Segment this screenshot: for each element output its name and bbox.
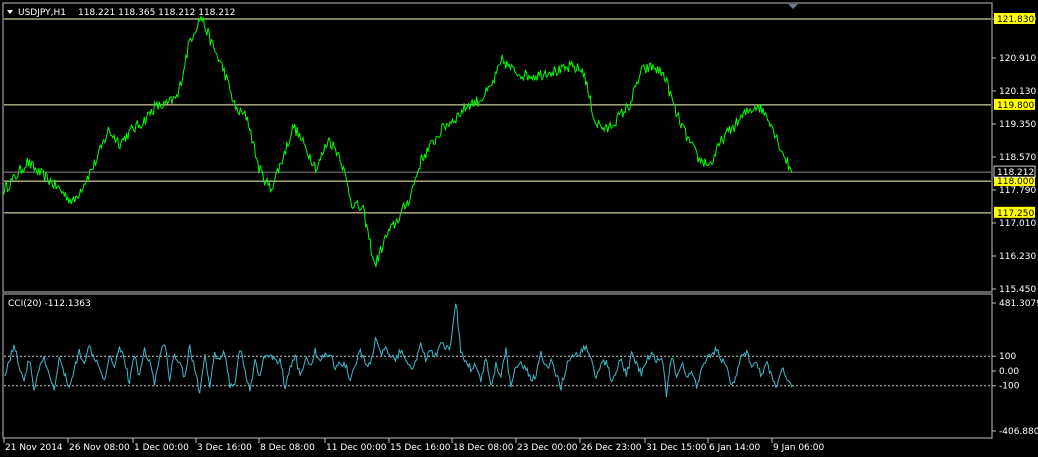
x-tick-label: 26 Dec 23:00 (581, 443, 642, 453)
x-tick-label: 15 Dec 16:00 (390, 443, 451, 453)
y-tick-label: 120.130 (999, 87, 1036, 97)
y-tick-label: 117.790 (999, 186, 1036, 196)
price-level-tag-label: 121.830 (997, 15, 1034, 25)
chart-background (0, 0, 1038, 457)
x-tick-label: 3 Dec 16:00 (197, 443, 252, 453)
price-level-tag-label: 117.250 (997, 209, 1034, 219)
y-tick-label: 115.450 (999, 285, 1036, 295)
x-tick-label: 6 Jan 14:00 (709, 443, 761, 453)
x-tick-label: 1 Dec 00:00 (134, 443, 189, 453)
y-tick-label: 119.350 (999, 120, 1036, 130)
current-price-label: 118.212 (997, 168, 1034, 178)
price-level-tag-label: 118.000 (997, 177, 1034, 187)
x-tick-label: 31 Dec 15:00 (646, 443, 707, 453)
y-tick-label: 117.010 (999, 219, 1036, 229)
main-title: USDJPY,H1 (18, 8, 66, 18)
x-tick-label: 26 Nov 08:00 (69, 443, 130, 453)
y-tick-label: 120.910 (999, 54, 1036, 64)
cci-tick-label: 481.3079 (999, 299, 1038, 309)
x-tick-label: 18 Dec 08:00 (453, 443, 514, 453)
y-tick-label: 118.570 (999, 153, 1036, 163)
x-tick-label: 23 Dec 00:00 (517, 443, 578, 453)
price-level-tag-label: 119.800 (997, 101, 1034, 111)
price-chart[interactable]: USDJPY,H1 118.221 118.365 118.212 118.21… (0, 0, 1038, 457)
x-tick-label: 11 Dec 00:00 (326, 443, 387, 453)
x-tick-label: 21 Nov 2014 (5, 443, 63, 453)
cci-tick-label: -100 (999, 382, 1020, 392)
ohlc-values: 118.221 118.365 118.212 118.212 (78, 8, 235, 18)
y-tick-label: 116.230 (999, 252, 1036, 262)
cci-tick-label: 0.00 (999, 367, 1019, 377)
main-y-axis: 121.830 120.910 120.130 119.350 118.570 117.7… (992, 15, 1036, 295)
cci-title: CCI(20) -112.1363 (8, 299, 91, 309)
cci-tick-label: -406.8805 (999, 427, 1038, 437)
cci-tick-label: 100 (999, 352, 1016, 362)
x-tick-label: 9 Jan 06:00 (773, 443, 825, 453)
x-tick-label: 8 Dec 08:00 (260, 443, 315, 453)
